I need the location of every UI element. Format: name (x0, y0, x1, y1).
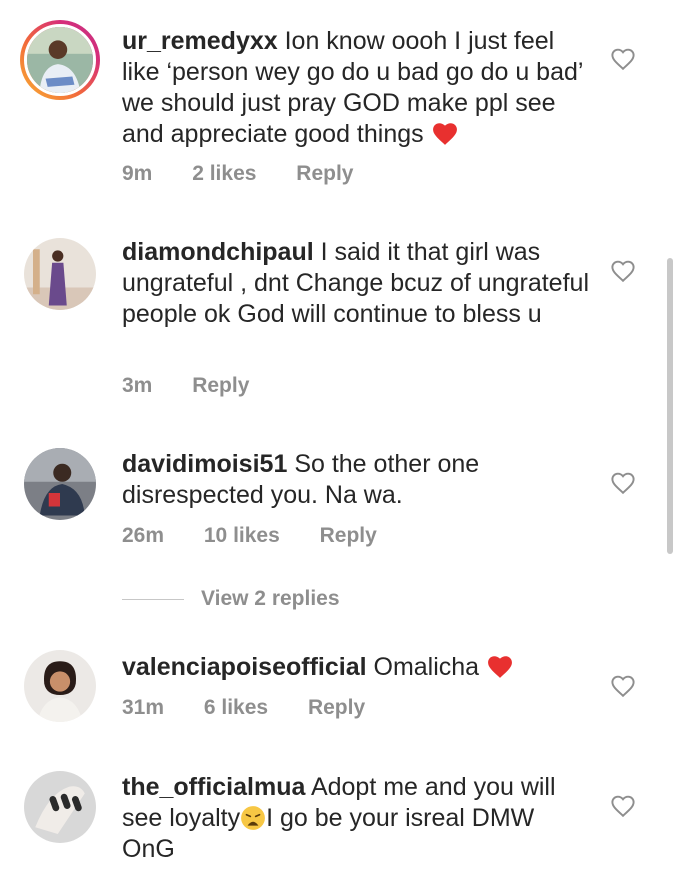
comment-likes[interactable]: 10 likes (204, 524, 280, 547)
reply-button[interactable]: Reply (296, 162, 353, 185)
comment-username[interactable]: the_officialmua (122, 773, 305, 801)
comment-username[interactable]: ur_remedyxx (122, 27, 278, 55)
avatar[interactable] (24, 771, 96, 843)
avatar-image (27, 27, 93, 93)
comment-likes[interactable]: 6 likes (204, 696, 268, 719)
red-heart-emoji (488, 656, 512, 678)
avatar-image (24, 650, 96, 722)
heart-outline-icon[interactable] (610, 259, 636, 283)
divider-line (122, 598, 184, 600)
weary-face-emoji (241, 806, 266, 830)
avatar[interactable] (24, 448, 96, 520)
reply-button[interactable]: Reply (192, 374, 249, 397)
avatar[interactable] (20, 20, 100, 100)
reply-button[interactable]: Reply (308, 696, 365, 719)
comment-meta: 9m 2 likes Reply (122, 162, 387, 186)
comment-username[interactable]: valenciapoiseofficial (122, 653, 367, 681)
scrollbar[interactable] (667, 258, 673, 554)
comment-time: 31m (122, 696, 165, 719)
heart-outline-icon[interactable] (610, 794, 636, 818)
view-replies-button[interactable]: View 2 replies (122, 587, 340, 611)
avatar-image (24, 448, 96, 520)
heart-outline-icon[interactable] (610, 674, 636, 698)
avatar[interactable] (24, 238, 96, 310)
red-heart-emoji (432, 123, 457, 145)
comment-time: 26m (122, 524, 165, 547)
reply-button[interactable]: Reply (320, 524, 377, 547)
comment-body: the_officialmua Adopt me and you will se… (122, 772, 592, 865)
view-replies-label: View 2 replies (201, 587, 340, 610)
avatar[interactable] (24, 650, 96, 722)
comment-likes[interactable]: 2 likes (192, 162, 256, 185)
avatar-image (24, 771, 96, 843)
comment-body: diamondchipaul I said it that girl was u… (122, 237, 592, 330)
heart-outline-icon[interactable] (610, 47, 636, 71)
comment-body: valenciapoiseofficial Omalicha (122, 652, 592, 683)
comment-username[interactable]: davidimoisi51 (122, 450, 287, 478)
comment-meta: 31m 6 likes Reply (122, 696, 399, 720)
comment-meta: 3m Reply (122, 374, 283, 398)
avatar-image (24, 238, 96, 310)
comment-text: Omalicha (373, 653, 480, 681)
comment-body: ur_remedyxx Ion know oooh I just feel li… (122, 26, 592, 150)
comment-body: davidimoisi51 So the other one disrespec… (122, 449, 592, 511)
comment-username[interactable]: diamondchipaul (122, 238, 314, 266)
comment-time: 9m (122, 162, 153, 185)
comment-meta: 26m 10 likes Reply (122, 524, 411, 548)
heart-outline-icon[interactable] (610, 471, 636, 495)
comment-time: 3m (122, 374, 153, 397)
